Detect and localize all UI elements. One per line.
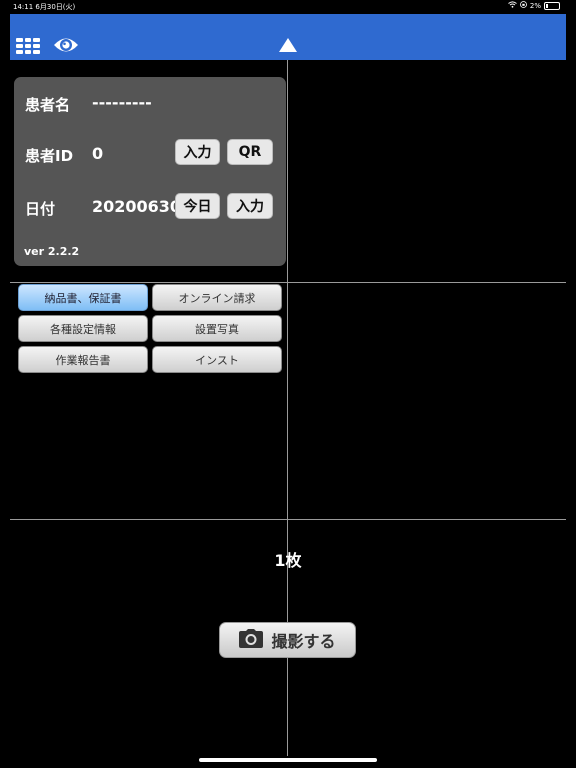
triangle-up-icon[interactable] [279, 38, 297, 52]
shoot-button[interactable]: 撮影する [219, 622, 356, 658]
category-work-report-button[interactable]: 作業報告書 [18, 346, 148, 373]
category-online-billing-button[interactable]: オンライン請求 [152, 284, 282, 311]
camera-icon [239, 628, 264, 652]
category-delivery-warranty-button[interactable]: 納品書、保証書 [18, 284, 148, 311]
status-bar: 14:11 6月30日(火) 2% [0, 0, 576, 14]
patient-id-input-button[interactable]: 入力 [175, 139, 220, 165]
photo-count: 1枚 [274, 551, 302, 570]
status-right: 2% [508, 1, 560, 10]
category-install-button[interactable]: インスト [152, 346, 282, 373]
shoot-button-label: 撮影する [271, 632, 336, 651]
wifi-icon [508, 1, 517, 10]
patient-name-value: --------- [92, 93, 152, 112]
battery-percent: 2% [529, 1, 541, 10]
status-time-date: 14:11 6月30日(火) [13, 2, 75, 12]
battery-icon [544, 1, 560, 10]
status-date: 6月30日(火) [35, 3, 76, 11]
patient-id-value: 0 [92, 144, 104, 163]
patient-name-label: 患者名 [25, 96, 71, 114]
top-toolbar [10, 14, 566, 60]
guide-line-horizontal-bottom [10, 519, 566, 520]
status-time: 14:11 [13, 3, 34, 11]
patient-id-label: 患者ID [25, 147, 74, 165]
date-input-button[interactable]: 入力 [227, 193, 273, 219]
grid-menu-icon[interactable] [16, 38, 40, 54]
category-settings-info-button[interactable]: 各種設定情報 [18, 315, 148, 342]
app-version: ver 2.2.2 [24, 245, 80, 258]
date-label: 日付 [25, 200, 56, 218]
guide-line-horizontal-top [10, 282, 566, 283]
date-value: 20200630 [92, 197, 178, 216]
category-install-photo-button[interactable]: 設置写真 [152, 315, 282, 342]
today-button[interactable]: 今日 [175, 193, 220, 219]
qr-scan-button[interactable]: QR [227, 139, 273, 165]
home-indicator[interactable] [199, 758, 377, 762]
rotation-lock-icon [519, 1, 527, 10]
eye-icon[interactable] [53, 35, 79, 59]
patient-info-panel: 患者名 --------- 患者ID 0 入力 QR 日付 20200630 今… [14, 77, 286, 266]
